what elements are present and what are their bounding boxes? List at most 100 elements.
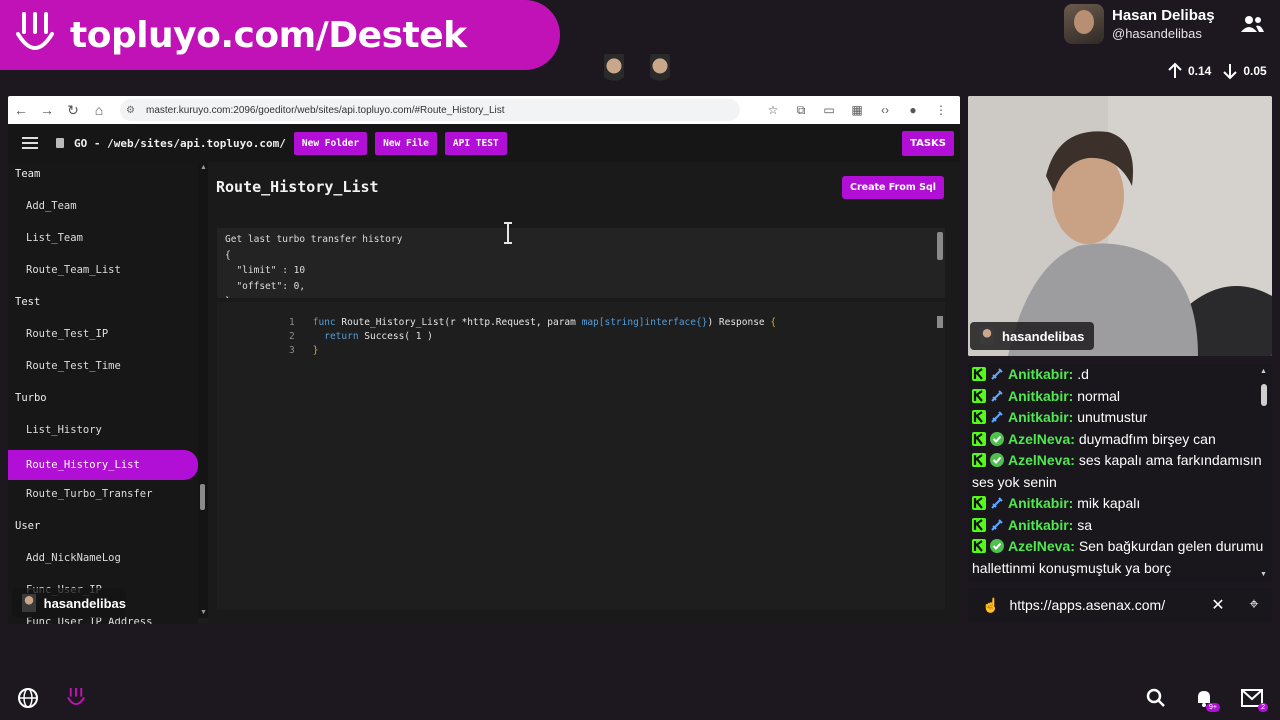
chat-panel: Anitkabir: .d Anitkabir: normal Anitkabir:… — [968, 364, 1272, 582]
description-textarea[interactable]: Get last turbo transfer history { "limit… — [217, 228, 945, 298]
sidebar-group-label: User — [15, 520, 41, 532]
new-file-button[interactable]: New File — [375, 131, 437, 155]
bookmark-star-icon[interactable]: ☆ — [762, 99, 784, 121]
devtools-icon[interactable]: ‹› — [874, 99, 896, 121]
scroll-up-icon[interactable]: ▲ — [200, 164, 207, 171]
extension-icon[interactable]: ⧉ — [790, 99, 812, 121]
chat-username[interactable]: Anitkabir: — [1008, 495, 1073, 511]
scrollbar-thumb[interactable] — [937, 232, 943, 260]
bell-icon[interactable]: 9+ — [1192, 686, 1220, 712]
arrow-up-icon — [1168, 62, 1182, 78]
code-line: 2 return Success( 1 ) — [217, 316, 433, 342]
account-icon[interactable]: ● — [902, 99, 924, 121]
chat-username[interactable]: Anitkabir: — [1008, 388, 1073, 404]
scrollbar-thumb[interactable] — [1261, 384, 1267, 406]
notification-badge: 9+ — [1206, 703, 1220, 712]
sidebar-item[interactable]: Route_History_List — [8, 450, 198, 480]
mail-icon[interactable]: 2 — [1240, 686, 1268, 712]
topluyo-logo-icon — [16, 12, 54, 50]
chat-text: normal — [1077, 387, 1121, 404]
page-title: Route_History_List — [216, 178, 379, 196]
api-test-button[interactable]: API TEST — [444, 131, 507, 155]
create-from-sql-button[interactable]: Create From Sql — [842, 176, 945, 199]
scrollbar-thumb[interactable] — [200, 484, 205, 510]
home-icon[interactable]: ⌂ — [86, 96, 112, 124]
back-icon[interactable]: ← — [8, 96, 34, 124]
browser-window: ← → ↻ ⌂ ⚙ master.kuruyo.com:2096/goedito… — [8, 96, 960, 624]
webcam-feed — [968, 96, 1272, 356]
bottom-bar: 9+ 2 — [0, 680, 1280, 720]
avatar — [650, 54, 670, 88]
sidebar-item[interactable]: Route_Team_List — [8, 258, 198, 290]
profile-handle: @hasandelibas — [1112, 26, 1202, 41]
profile-card[interactable]: Hasan Delibaş @hasandelibas — [1064, 4, 1215, 44]
code-line: 3} — [217, 330, 318, 356]
profile-name: Hasan Delibaş — [1112, 7, 1215, 24]
cast-icon[interactable]: ▭ — [818, 99, 840, 121]
chat-text: .d — [1077, 366, 1089, 382]
chat-username[interactable]: AzelNeva: — [1008, 538, 1075, 554]
description-line: "limit" : 10 — [225, 265, 306, 276]
chat-username[interactable]: Anitkabir: — [1008, 409, 1073, 425]
code-editor[interactable]: 1 func Route_History_List(r *http.Request… — [217, 302, 945, 610]
editor-panel: Route_History_List Create From Sql Get l… — [208, 162, 960, 624]
screenshot-icon[interactable]: ⌖ — [1236, 596, 1272, 614]
current-path: GO - /web/sites/api.topluyo.com/ — [74, 136, 286, 150]
sidebar-item[interactable]: Route_Test_Time — [8, 354, 198, 386]
kick-badge-icon — [972, 388, 986, 403]
topluyo-logo-icon[interactable] — [64, 686, 88, 710]
chat-message: Anitkabir: sa — [968, 515, 1272, 537]
new-folder-button[interactable]: New Folder — [293, 131, 368, 155]
menu-dots-icon[interactable]: ⋮ — [930, 99, 952, 121]
sword-badge-icon — [991, 389, 1003, 402]
chat-scrollbar[interactable]: ▲ ▼ — [1260, 368, 1268, 578]
chat-message: Anitkabir: mik kapalı — [968, 493, 1272, 515]
globe-icon[interactable] — [16, 686, 40, 710]
sidebar-item[interactable]: List_History — [8, 418, 198, 450]
sidebar-item[interactable]: List_Team — [8, 226, 198, 258]
scroll-down-icon[interactable]: ▼ — [200, 609, 207, 616]
kick-badge-icon — [972, 410, 986, 424]
sword-badge-icon — [991, 497, 1003, 509]
sidebar-scrollbar[interactable]: ▲ ▼ — [198, 162, 208, 618]
people-icon[interactable] — [1240, 14, 1264, 34]
sidebar-item[interactable]: Add_Team — [8, 194, 198, 226]
link-url[interactable]: https://apps.asenax.com/ — [1009, 597, 1200, 613]
close-icon[interactable]: ✕ — [1200, 595, 1236, 615]
url-input[interactable]: ⚙ master.kuruyo.com:2096/goeditor/web/si… — [120, 99, 740, 121]
chat-username[interactable]: Anitkabir: — [1008, 517, 1073, 533]
sword-badge-icon — [991, 411, 1003, 423]
app-toolbar: GO - /web/sites/api.topluyo.com/ New Fol… — [8, 124, 960, 162]
sidebar-group-label: Test — [15, 296, 41, 308]
chat-username[interactable]: AzelNeva: — [1008, 431, 1075, 447]
tasks-button[interactable]: TASKS — [902, 130, 954, 156]
scrollbar-thumb[interactable] — [937, 316, 943, 328]
avatar — [1064, 4, 1104, 44]
sword-badge-icon — [991, 518, 1003, 531]
kick-badge-icon — [972, 367, 986, 381]
verified-badge-icon — [990, 539, 1004, 553]
sidebar-item[interactable]: Route_Turbo_Transfer — [8, 482, 198, 514]
verified-badge-icon — [990, 453, 1004, 467]
streamer-name: hasandelibas — [43, 595, 126, 611]
brand-text: topluyo.com/Destek — [70, 14, 467, 56]
sidebar-item[interactable]: Route_Test_IP — [8, 322, 198, 354]
search-icon[interactable] — [1144, 686, 1168, 710]
webcam-image — [968, 96, 1272, 356]
reload-icon[interactable]: ↻ — [60, 96, 86, 124]
apps-icon[interactable]: ▦ — [846, 99, 868, 121]
upload-speed: 0.14 — [1188, 64, 1212, 78]
text-cursor-icon — [504, 222, 512, 244]
sidebar-item[interactable]: Add_NickNameLog — [8, 546, 198, 578]
hamburger-icon[interactable] — [22, 137, 38, 149]
chat-username[interactable]: AzelNeva: — [1008, 452, 1075, 468]
site-info-icon[interactable]: ⚙ — [126, 105, 138, 116]
forward-icon[interactable]: → — [34, 96, 60, 124]
chat-message: Anitkabir: .d — [968, 364, 1272, 386]
avatar — [980, 327, 994, 345]
sidebar-group-label: Turbo — [15, 392, 47, 404]
chat-username[interactable]: Anitkabir: — [1008, 366, 1073, 382]
download-speed: 0.05 — [1243, 64, 1267, 78]
kick-badge-icon — [972, 539, 986, 553]
mail-badge: 2 — [1258, 703, 1268, 712]
